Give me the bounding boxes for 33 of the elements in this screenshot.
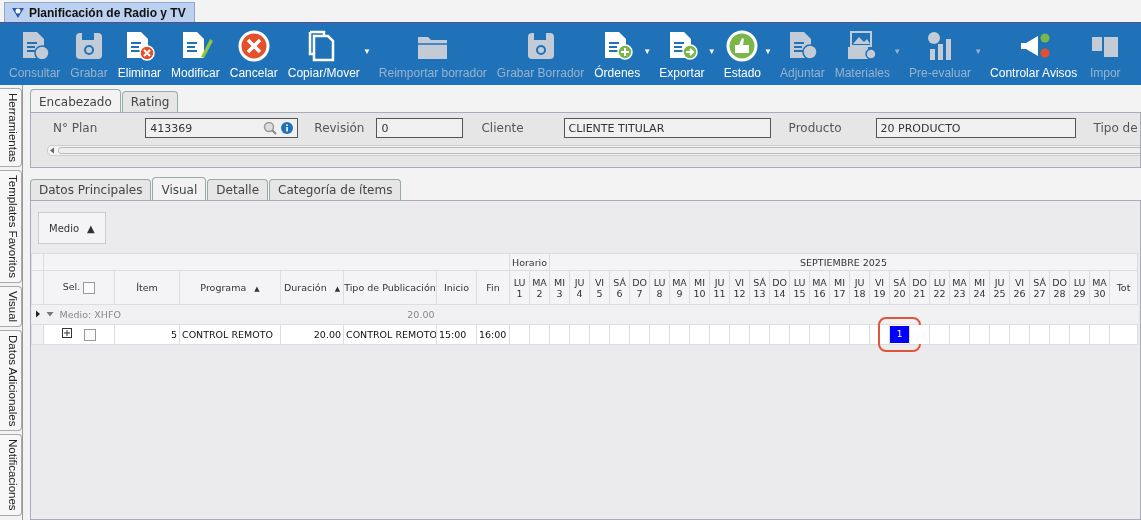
tab[interactable]: Rating <box>121 91 179 112</box>
column-header: Horario <box>509 253 550 271</box>
side-tab[interactable]: Datos Adicionales <box>0 330 22 432</box>
tab[interactable]: Datos Principales <box>30 179 152 200</box>
side-tab[interactable]: Herramientas <box>0 88 22 168</box>
field-label: Producto <box>787 121 842 135</box>
field-label: Revisión <box>313 121 365 135</box>
group-label: Medio: XHFO <box>59 309 121 320</box>
side-tab[interactable]: Visual <box>0 285 22 328</box>
dropdown-caret[interactable]: ▼ <box>707 47 716 56</box>
side-tab[interactable]: Notificaciones <box>0 434 22 517</box>
column-header[interactable]: Tipo de Publicación <box>343 270 437 305</box>
column-header: SEPTIEMBRE 2025 <box>549 253 1138 271</box>
field-label: Cliente <box>480 121 524 135</box>
group-by-button[interactable]: Medio ▲ <box>38 212 106 244</box>
input-field[interactable]: CLIENTE TITULAR <box>563 118 771 138</box>
tab[interactable]: Visual <box>152 177 207 200</box>
field-label: Tipo de <box>1092 121 1138 135</box>
dropdown-caret[interactable]: ▼ <box>764 47 772 56</box>
dropdown-caret[interactable]: ▼ <box>362 47 371 56</box>
dropdown-caret[interactable]: ▼ <box>643 47 652 56</box>
column-header[interactable]: Ítem <box>114 270 180 305</box>
lookup-field[interactable]: 413369 <box>145 118 299 138</box>
input-field[interactable]: 20 PRODUCTO <box>875 118 1076 138</box>
tab[interactable]: Encabezado <box>30 89 121 112</box>
column-header[interactable]: Sel. <box>43 270 115 305</box>
side-tab[interactable]: Templates Favoritos <box>0 170 22 283</box>
scheduled-spot[interactable]: 1 <box>890 326 910 343</box>
tab[interactable]: Detalle <box>207 179 269 200</box>
tab[interactable]: Categoría de ítems <box>269 179 402 200</box>
window-tab[interactable]: Planificación de Radio y TV <box>4 2 195 22</box>
input-field[interactable]: 0 <box>376 118 464 138</box>
field-label: N° Plan <box>52 121 98 135</box>
